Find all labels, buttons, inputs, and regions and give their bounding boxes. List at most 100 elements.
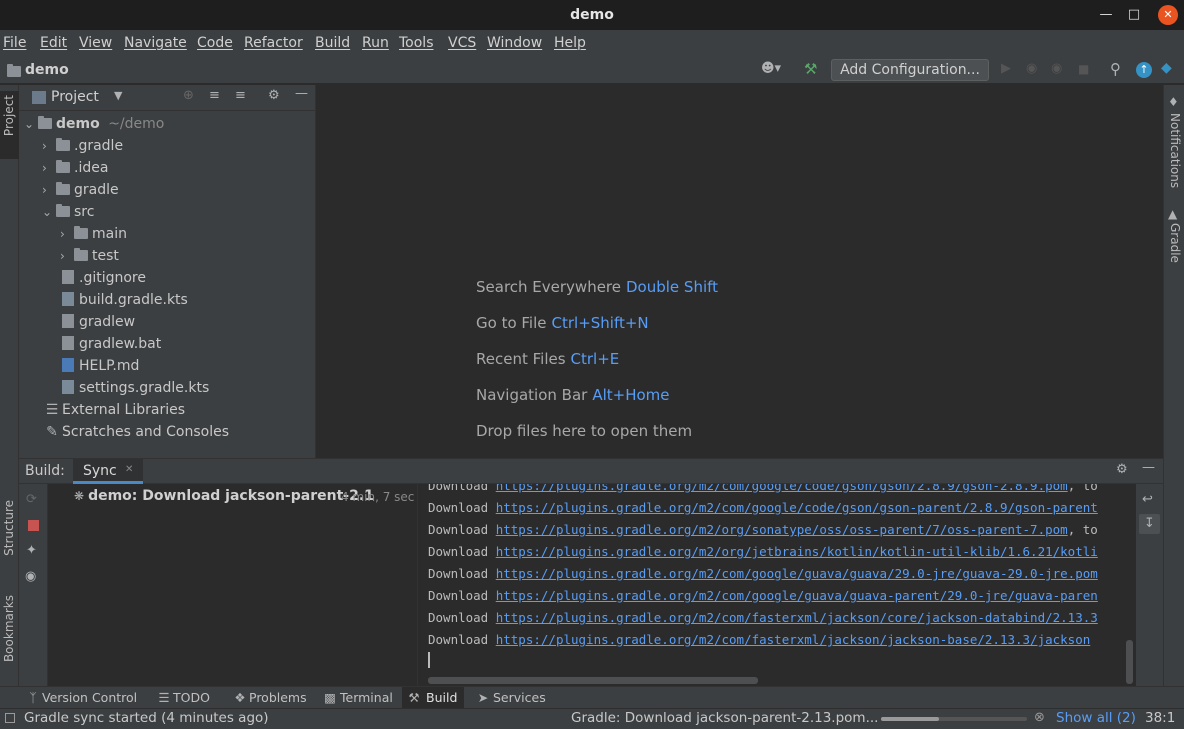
tree-item-idea[interactable]: › .idea — [42, 157, 108, 179]
debug-icon[interactable]: ◉ — [1026, 61, 1037, 76]
build-console: Download https://plugins.gradle.org/m2/c… — [418, 484, 1136, 686]
log-link[interactable]: https://plugins.gradle.org/m2/org/jetbra… — [496, 544, 1098, 559]
tab-problems[interactable]: ❖ Problems — [231, 687, 311, 709]
structure-tool-label[interactable]: Structure — [2, 500, 16, 556]
menu-vcs[interactable]: VCS — [448, 35, 476, 51]
menu-tools[interactable]: Tools — [399, 35, 434, 51]
collapse-all-icon[interactable]: ≡ — [235, 88, 246, 103]
menu-file[interactable]: File — [3, 35, 26, 51]
horizontal-scrollbar[interactable] — [428, 677, 758, 684]
show-all-link[interactable]: Show all (2) — [1056, 710, 1136, 726]
stop-icon[interactable] — [28, 520, 39, 531]
hint-label: Recent Files — [476, 350, 566, 368]
bookmarks-tool-label[interactable]: Bookmarks — [2, 595, 16, 662]
log-link[interactable]: https://plugins.gradle.org/m2/com/faster… — [496, 610, 1098, 625]
log-link[interactable]: https://plugins.gradle.org/m2/org/sonaty… — [496, 522, 1068, 537]
menu-navigate[interactable]: Navigate — [124, 35, 187, 51]
tree-item-external-libraries[interactable]: ☰ External Libraries — [44, 399, 185, 421]
menu-run[interactable]: Run — [362, 35, 389, 51]
profile-icon[interactable]: ◉ — [1051, 61, 1062, 76]
tool-windows-icon[interactable] — [5, 713, 15, 723]
gradle-elephant-icon[interactable]: ▲ — [1168, 207, 1177, 221]
vertical-scrollbar[interactable] — [1126, 640, 1133, 684]
tree-item-gradle-dir[interactable]: › .gradle — [42, 135, 123, 157]
tab-label: Version Control — [42, 690, 138, 705]
close-tab-icon[interactable]: ✕ — [125, 464, 133, 475]
notifications-tool-label[interactable]: Notifications — [1168, 113, 1182, 188]
menu-window[interactable]: Window — [487, 35, 542, 51]
run-icon[interactable]: ▶ — [1001, 61, 1011, 76]
menu-build[interactable]: Build — [315, 35, 350, 51]
soft-wrap-icon[interactable]: ↩ — [1142, 492, 1153, 507]
dropdown-icon[interactable]: ▼ — [114, 89, 122, 102]
log-link[interactable]: https://plugins.gradle.org/m2/com/google… — [496, 484, 1068, 493]
tab-terminal[interactable]: ▩ Terminal — [320, 687, 396, 709]
hint-go-to-file: Go to File Ctrl+Shift+N — [476, 314, 649, 332]
log-link[interactable]: https://plugins.gradle.org/m2/com/google… — [496, 588, 1098, 603]
menu-view[interactable]: View — [79, 35, 112, 51]
hint-shortcut: Double Shift — [626, 278, 719, 296]
gear-icon[interactable]: ⚙ — [1116, 462, 1128, 477]
minimize-icon[interactable]: — — [1096, 5, 1116, 25]
expand-all-icon[interactable]: ≡ — [209, 88, 220, 103]
tree-item-settings-gradle[interactable]: settings.gradle.kts — [62, 377, 209, 399]
bell-icon[interactable]: ♦ — [1168, 95, 1179, 109]
search-icon[interactable]: ⚲ — [1110, 60, 1121, 78]
build-task-row[interactable]: ❋ demo: Download jackson-parent-2.1 — [74, 488, 374, 504]
tree-item-build-gradle[interactable]: build.gradle.kts — [62, 289, 188, 311]
log-link[interactable]: https://plugins.gradle.org/m2/com/google… — [496, 566, 1098, 581]
tree-item-help-md[interactable]: HELP.md — [62, 355, 139, 377]
tree-item-demo[interactable]: ⌄ demo ~/demo — [24, 113, 164, 135]
chevron-right-icon: › — [60, 227, 65, 241]
maximize-icon[interactable]: □ — [1124, 5, 1144, 25]
menu-edit[interactable]: Edit — [40, 35, 67, 51]
project-tool-tab[interactable]: Project — [0, 91, 19, 159]
bottom-tool-tabs: ᛉ Version Control ☰ TODO ❖ Problems ▩ Termin… — [0, 686, 1184, 709]
tab-label: Build — [426, 690, 458, 705]
tree-item-scratches[interactable]: ✎ Scratches and Consoles — [44, 421, 229, 443]
menu-help[interactable]: Help — [554, 35, 586, 51]
project-panel: Project ▼ ⊕ ≡ ≡ ⚙ — ⌄ demo ~/demo › .gradl… — [19, 85, 316, 458]
progress-text[interactable]: Gradle: Download jackson-parent-2.13.pom… — [571, 710, 878, 726]
update-icon[interactable]: ↑ — [1136, 62, 1152, 78]
stop-icon[interactable]: ■ — [1078, 62, 1089, 76]
tab-build[interactable]: ⚒ Build — [402, 687, 464, 709]
gear-icon[interactable]: ⚙ — [268, 88, 280, 103]
menu-refactor[interactable]: Refactor — [244, 35, 303, 51]
hide-panel-icon[interactable]: — — [1142, 460, 1155, 475]
eye-icon[interactable]: ◉ — [25, 569, 36, 584]
tree-item-src[interactable]: ⌄ src — [42, 201, 94, 223]
breadcrumb-project[interactable]: demo — [25, 62, 69, 78]
caret-position[interactable]: 38:1 — [1145, 710, 1175, 726]
close-icon[interactable]: ✕ — [1158, 5, 1178, 25]
plugin-icon[interactable]: ◆ — [1161, 60, 1172, 76]
add-configuration-button[interactable]: Add Configuration... — [831, 59, 989, 81]
tree-item-gradlew-bat[interactable]: gradlew.bat — [62, 333, 161, 355]
tab-todo[interactable]: ☰ TODO — [155, 687, 217, 709]
scroll-to-end-icon[interactable]: ↧ — [1139, 514, 1160, 534]
project-folder-icon — [7, 64, 21, 77]
log-link[interactable]: https://plugins.gradle.org/m2/com/faster… — [496, 632, 1091, 647]
tree-item-gradlew[interactable]: gradlew — [62, 311, 135, 333]
tree-item-gradle[interactable]: › gradle — [42, 179, 119, 201]
gradle-tool-label[interactable]: Gradle — [1168, 223, 1182, 263]
tab-version-control[interactable]: ᛉ Version Control — [24, 687, 142, 709]
pin-icon[interactable]: ✦ — [26, 543, 37, 558]
hammer-build-icon[interactable]: ⚒ — [804, 60, 817, 78]
right-tool-strip: ♦ Notifications ▲ Gradle — [1163, 85, 1184, 686]
tree-item-gitignore[interactable]: .gitignore — [62, 267, 146, 289]
user-icon[interactable]: ☻▾ — [761, 61, 781, 76]
log-line: Download https://plugins.gradle.org/m2/o… — [428, 522, 1098, 537]
menu-code[interactable]: Code — [197, 35, 233, 51]
project-view-title[interactable]: Project — [51, 89, 99, 105]
tree-item-main[interactable]: › main — [60, 223, 127, 245]
cancel-progress-icon[interactable]: ⊗ — [1034, 710, 1045, 725]
rerun-icon[interactable]: ⟳ — [26, 492, 37, 507]
log-link[interactable]: https://plugins.gradle.org/m2/com/google… — [496, 500, 1098, 515]
tab-sync[interactable]: Sync ✕ — [73, 459, 143, 484]
tab-services[interactable]: ➤ Services — [473, 687, 546, 709]
hide-panel-icon[interactable]: — — [295, 86, 308, 101]
status-message[interactable]: Gradle sync started (4 minutes ago) — [24, 710, 269, 726]
locate-icon[interactable]: ⊕ — [183, 88, 194, 103]
tree-item-test[interactable]: › test — [60, 245, 119, 267]
